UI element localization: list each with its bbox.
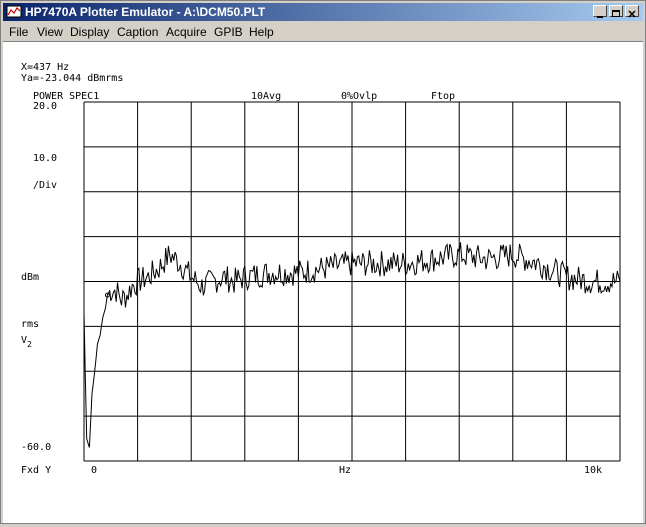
cursor-y-readout: Ya=-23.044 dBmrms xyxy=(21,73,123,84)
cursor-x-readout: X=437 Hz xyxy=(21,62,69,73)
minimize-icon xyxy=(597,16,603,18)
y-top-label: 20.0 xyxy=(33,101,57,112)
scale-mode-label: Fxd Y xyxy=(21,465,51,476)
menu-help[interactable]: Help xyxy=(249,25,274,39)
y-units-label: dBm xyxy=(21,272,39,283)
menu-caption[interactable]: Caption xyxy=(117,25,158,39)
app-window: HP7470A Plotter Emulator - A:\DCM50.PLT … xyxy=(0,0,646,524)
x-unit-label: Hz xyxy=(339,465,351,476)
title-bar[interactable]: HP7470A Plotter Emulator - A:\DCM50.PLT xyxy=(3,3,643,21)
maximize-button[interactable] xyxy=(609,5,623,17)
maximize-icon xyxy=(612,10,620,17)
y-v2-label: V2 xyxy=(21,335,32,349)
window-title: HP7470A Plotter Emulator - A:\DCM50.PLT xyxy=(25,5,266,19)
plot-canvas: X=437 Hz Ya=-23.044 dBmrms POWER SPEC1 1… xyxy=(3,41,643,523)
menu-gpib[interactable]: GPIB xyxy=(214,25,243,39)
x-start-label: 0 xyxy=(91,465,97,476)
spectrum-plot: X=437 Hz Ya=-23.044 dBmrms POWER SPEC1 1… xyxy=(21,62,621,476)
close-icon xyxy=(628,10,636,18)
plotter-app-icon xyxy=(6,5,22,18)
minimize-button[interactable] xyxy=(593,5,607,18)
y-scale-value: 10.0 xyxy=(33,153,57,164)
plot-grid xyxy=(83,101,621,462)
menu-display[interactable]: Display xyxy=(70,25,109,39)
y-bottom-label: -60.0 xyxy=(21,442,51,453)
window-function: Ftop xyxy=(431,91,455,102)
menu-file[interactable]: File xyxy=(9,25,28,39)
overlap-setting: 0%Ovlp xyxy=(341,91,377,102)
x-end-label: 10k xyxy=(584,465,602,476)
y-rms-label: rms xyxy=(21,319,39,330)
menu-bar: File View Display Caption Acquire GPIB H… xyxy=(3,22,643,41)
menu-acquire[interactable]: Acquire xyxy=(166,25,207,39)
y-scale-unit: /Div xyxy=(33,180,57,191)
menu-view[interactable]: View xyxy=(37,25,63,39)
average-count: 10Avg xyxy=(251,91,281,102)
close-button[interactable] xyxy=(625,5,639,18)
